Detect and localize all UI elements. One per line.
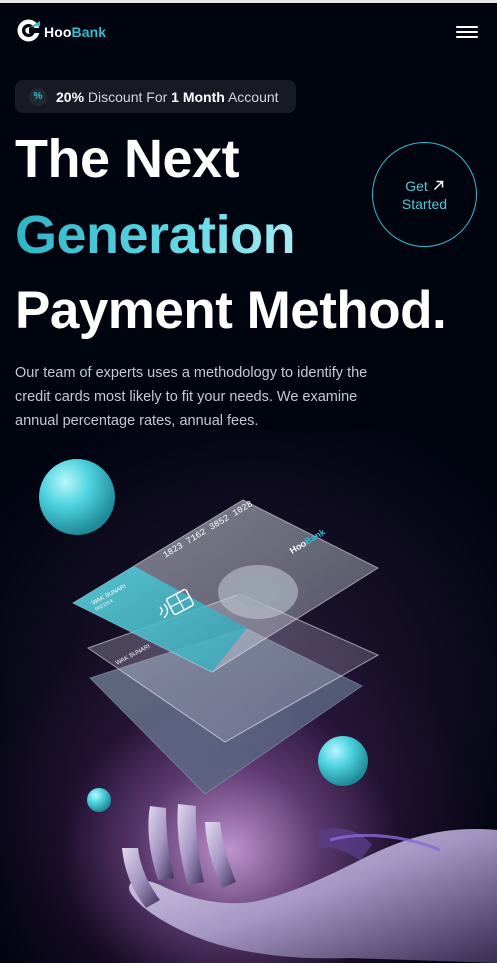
discount-badge: % 20% Discount For 1 Month Account xyxy=(15,80,296,113)
discount-text: 20% Discount For 1 Month Account xyxy=(56,88,279,105)
logo-mark-icon xyxy=(17,19,41,42)
discount-icon: % xyxy=(29,87,47,106)
hamburger-menu-icon[interactable] xyxy=(456,24,478,40)
cards-and-hand-illustration: 1823 7162 3852 1028 HooBank WAK SUNARI W… xyxy=(39,459,497,963)
get-started-label-1: Get xyxy=(405,177,428,194)
sphere-small xyxy=(87,788,111,812)
navbar: HooBank xyxy=(16,18,478,48)
get-started-button[interactable]: Get Started xyxy=(372,142,477,247)
hero-heading-line-2: Generation xyxy=(15,205,296,265)
hero-heading-line-1: The Next xyxy=(15,129,240,189)
arrow-up-right-icon xyxy=(433,180,444,191)
get-started-label-2: Started xyxy=(401,195,448,212)
hero-description: Our team of experts uses a methodology t… xyxy=(15,365,368,429)
sphere-large xyxy=(39,459,115,535)
sphere-medium xyxy=(318,736,368,786)
hero-illustration: 1823 7162 3852 1028 HooBank WAK SUNARI W… xyxy=(0,430,497,963)
top-strip xyxy=(0,0,497,3)
robot-hand xyxy=(122,804,497,963)
hero-heading-line-3: Payment Method. xyxy=(15,281,447,340)
logo-text: HooBank xyxy=(44,23,107,40)
logo[interactable]: HooBank xyxy=(16,18,106,43)
